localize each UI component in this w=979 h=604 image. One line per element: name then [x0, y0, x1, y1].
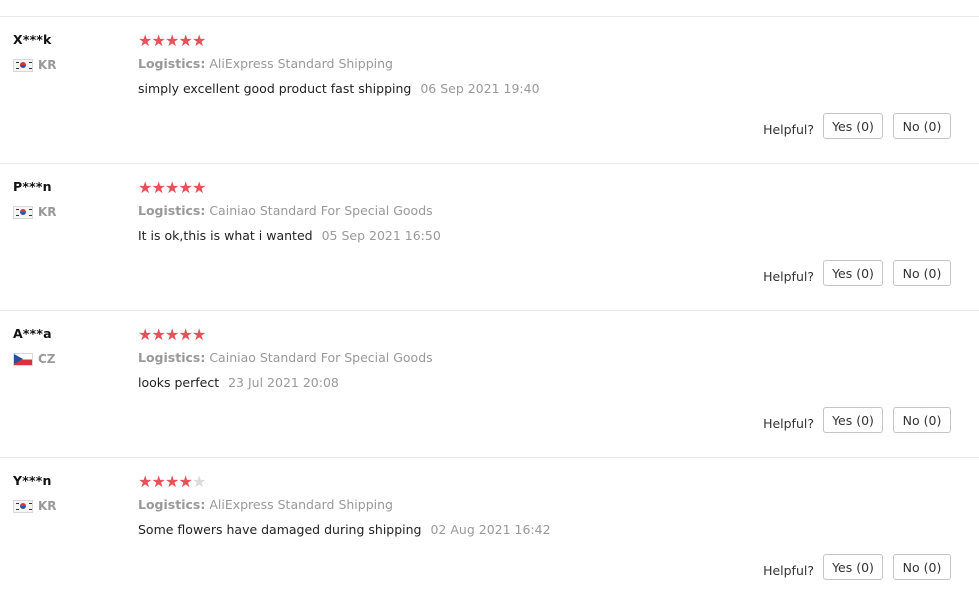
review-content: ★ ★ ★ ★ ★ Logistics: Cainiao Standard For Sp… [138, 179, 938, 244]
review-item: X***k KR ★ ★ ★ ★ ★ Logistics: AliExpress Sta… [0, 16, 979, 163]
helpful-label: Helpful? [763, 121, 814, 137]
review-item: P***n KR ★ ★ ★ ★ ★ Logistics: Cainiao Standa… [0, 163, 979, 310]
logistics-info: Logistics: Cainiao Standard For Special … [138, 203, 938, 219]
helpful-yes-button[interactable]: Yes (0) [823, 113, 883, 139]
logistics-value: AliExpress Standard Shipping [209, 56, 393, 71]
logistics-label: Logistics: [138, 350, 206, 365]
review-date: 05 Sep 2021 16:50 [321, 228, 441, 243]
helpful-no-button[interactable]: No (0) [893, 554, 951, 580]
review-feedback: simply excellent good product fast shipp… [138, 81, 938, 97]
logistics-label: Logistics: [138, 497, 206, 512]
logistics-info: Logistics: Cainiao Standard For Special … [138, 350, 938, 366]
review-text: Some flowers have damaged during shippin… [138, 522, 422, 537]
flag-kr-icon [13, 205, 33, 219]
flag-cz-icon [13, 352, 33, 366]
helpful-label: Helpful? [763, 415, 814, 431]
logistics-value: Cainiao Standard For Special Goods [209, 350, 433, 365]
logistics-info: Logistics: AliExpress Standard Shipping [138, 497, 938, 513]
review-feedback: Some flowers have damaged during shippin… [138, 522, 938, 538]
review-feedback: It is ok,this is what i wanted 05 Sep 20… [138, 228, 938, 244]
country-code: KR [38, 499, 57, 513]
star-filled-icon: ★ [138, 30, 153, 50]
flag-kr-icon [13, 499, 33, 513]
review-text: simply excellent good product fast shipp… [138, 81, 412, 96]
helpful-vote: Helpful? Yes (0) No (0) [763, 260, 951, 286]
star-rating: ★ ★ ★ ★ ★ [138, 326, 938, 343]
star-filled-icon: ★ [165, 177, 180, 197]
star-filled-icon: ★ [178, 177, 193, 197]
country-code: KR [38, 205, 57, 219]
review-item: A***a CZ ★ ★ ★ ★ ★ Logistics: Cainiao Standa… [0, 310, 979, 457]
star-filled-icon: ★ [151, 324, 166, 344]
star-rating: ★ ★ ★ ★ ★ [138, 179, 938, 196]
star-filled-icon: ★ [151, 177, 166, 197]
helpful-vote: Helpful? Yes (0) No (0) [763, 113, 951, 139]
reviewer-name: X***k [13, 32, 52, 47]
helpful-yes-button[interactable]: Yes (0) [823, 407, 883, 433]
star-filled-icon: ★ [192, 30, 207, 50]
helpful-label: Helpful? [763, 562, 814, 578]
review-item: Y***n KR ★ ★ ★ ★ ★ Logistics: AliExpress Sta… [0, 457, 979, 604]
reviewer-name: A***a [13, 326, 52, 341]
star-filled-icon: ★ [151, 30, 166, 50]
helpful-vote: Helpful? Yes (0) No (0) [763, 554, 951, 580]
reviewer-info: X***k KR [13, 32, 57, 73]
star-filled-icon: ★ [151, 471, 166, 491]
star-filled-icon: ★ [178, 30, 193, 50]
reviewer-name: Y***n [13, 473, 52, 488]
star-filled-icon: ★ [165, 471, 180, 491]
helpful-no-button[interactable]: No (0) [893, 113, 951, 139]
review-feedback: looks perfect 23 Jul 2021 20:08 [138, 375, 938, 391]
review-date: 23 Jul 2021 20:08 [228, 375, 339, 390]
review-content: ★ ★ ★ ★ ★ Logistics: AliExpress Standard Shi… [138, 32, 938, 97]
flag-kr-icon [13, 58, 33, 72]
star-rating: ★ ★ ★ ★ ★ [138, 32, 938, 49]
helpful-no-button[interactable]: No (0) [893, 260, 951, 286]
reviewer-info: P***n KR [13, 179, 57, 220]
reviewer-info: Y***n KR [13, 473, 57, 514]
logistics-value: AliExpress Standard Shipping [209, 497, 393, 512]
reviewer-country: KR [13, 204, 57, 220]
logistics-label: Logistics: [138, 56, 206, 71]
logistics-label: Logistics: [138, 203, 206, 218]
star-filled-icon: ★ [178, 324, 193, 344]
star-rating: ★ ★ ★ ★ ★ [138, 473, 938, 490]
review-date: 02 Aug 2021 16:42 [430, 522, 551, 537]
star-filled-icon: ★ [138, 471, 153, 491]
star-filled-icon: ★ [192, 177, 207, 197]
review-content: ★ ★ ★ ★ ★ Logistics: Cainiao Standard For Sp… [138, 326, 938, 391]
star-filled-icon: ★ [138, 324, 153, 344]
review-text: It is ok,this is what i wanted [138, 228, 313, 243]
star-filled-icon: ★ [138, 177, 153, 197]
star-filled-icon: ★ [165, 30, 180, 50]
review-date: 06 Sep 2021 19:40 [420, 81, 540, 96]
star-filled-icon: ★ [178, 471, 193, 491]
reviewer-country: CZ [13, 351, 56, 367]
helpful-yes-button[interactable]: Yes (0) [823, 554, 883, 580]
star-filled-icon: ★ [165, 324, 180, 344]
reviewer-country: KR [13, 57, 57, 73]
country-code: CZ [38, 352, 56, 366]
reviewer-info: A***a CZ [13, 326, 56, 367]
helpful-yes-button[interactable]: Yes (0) [823, 260, 883, 286]
star-empty-icon: ★ [192, 471, 207, 491]
reviewer-country: KR [13, 498, 57, 514]
helpful-vote: Helpful? Yes (0) No (0) [763, 407, 951, 433]
helpful-label: Helpful? [763, 268, 814, 284]
star-filled-icon: ★ [192, 324, 207, 344]
logistics-info: Logistics: AliExpress Standard Shipping [138, 56, 938, 72]
helpful-no-button[interactable]: No (0) [893, 407, 951, 433]
review-text: looks perfect [138, 375, 220, 390]
review-content: ★ ★ ★ ★ ★ Logistics: AliExpress Standard Shi… [138, 473, 938, 538]
country-code: KR [38, 58, 57, 72]
logistics-value: Cainiao Standard For Special Goods [209, 203, 433, 218]
reviewer-name: P***n [13, 179, 52, 194]
